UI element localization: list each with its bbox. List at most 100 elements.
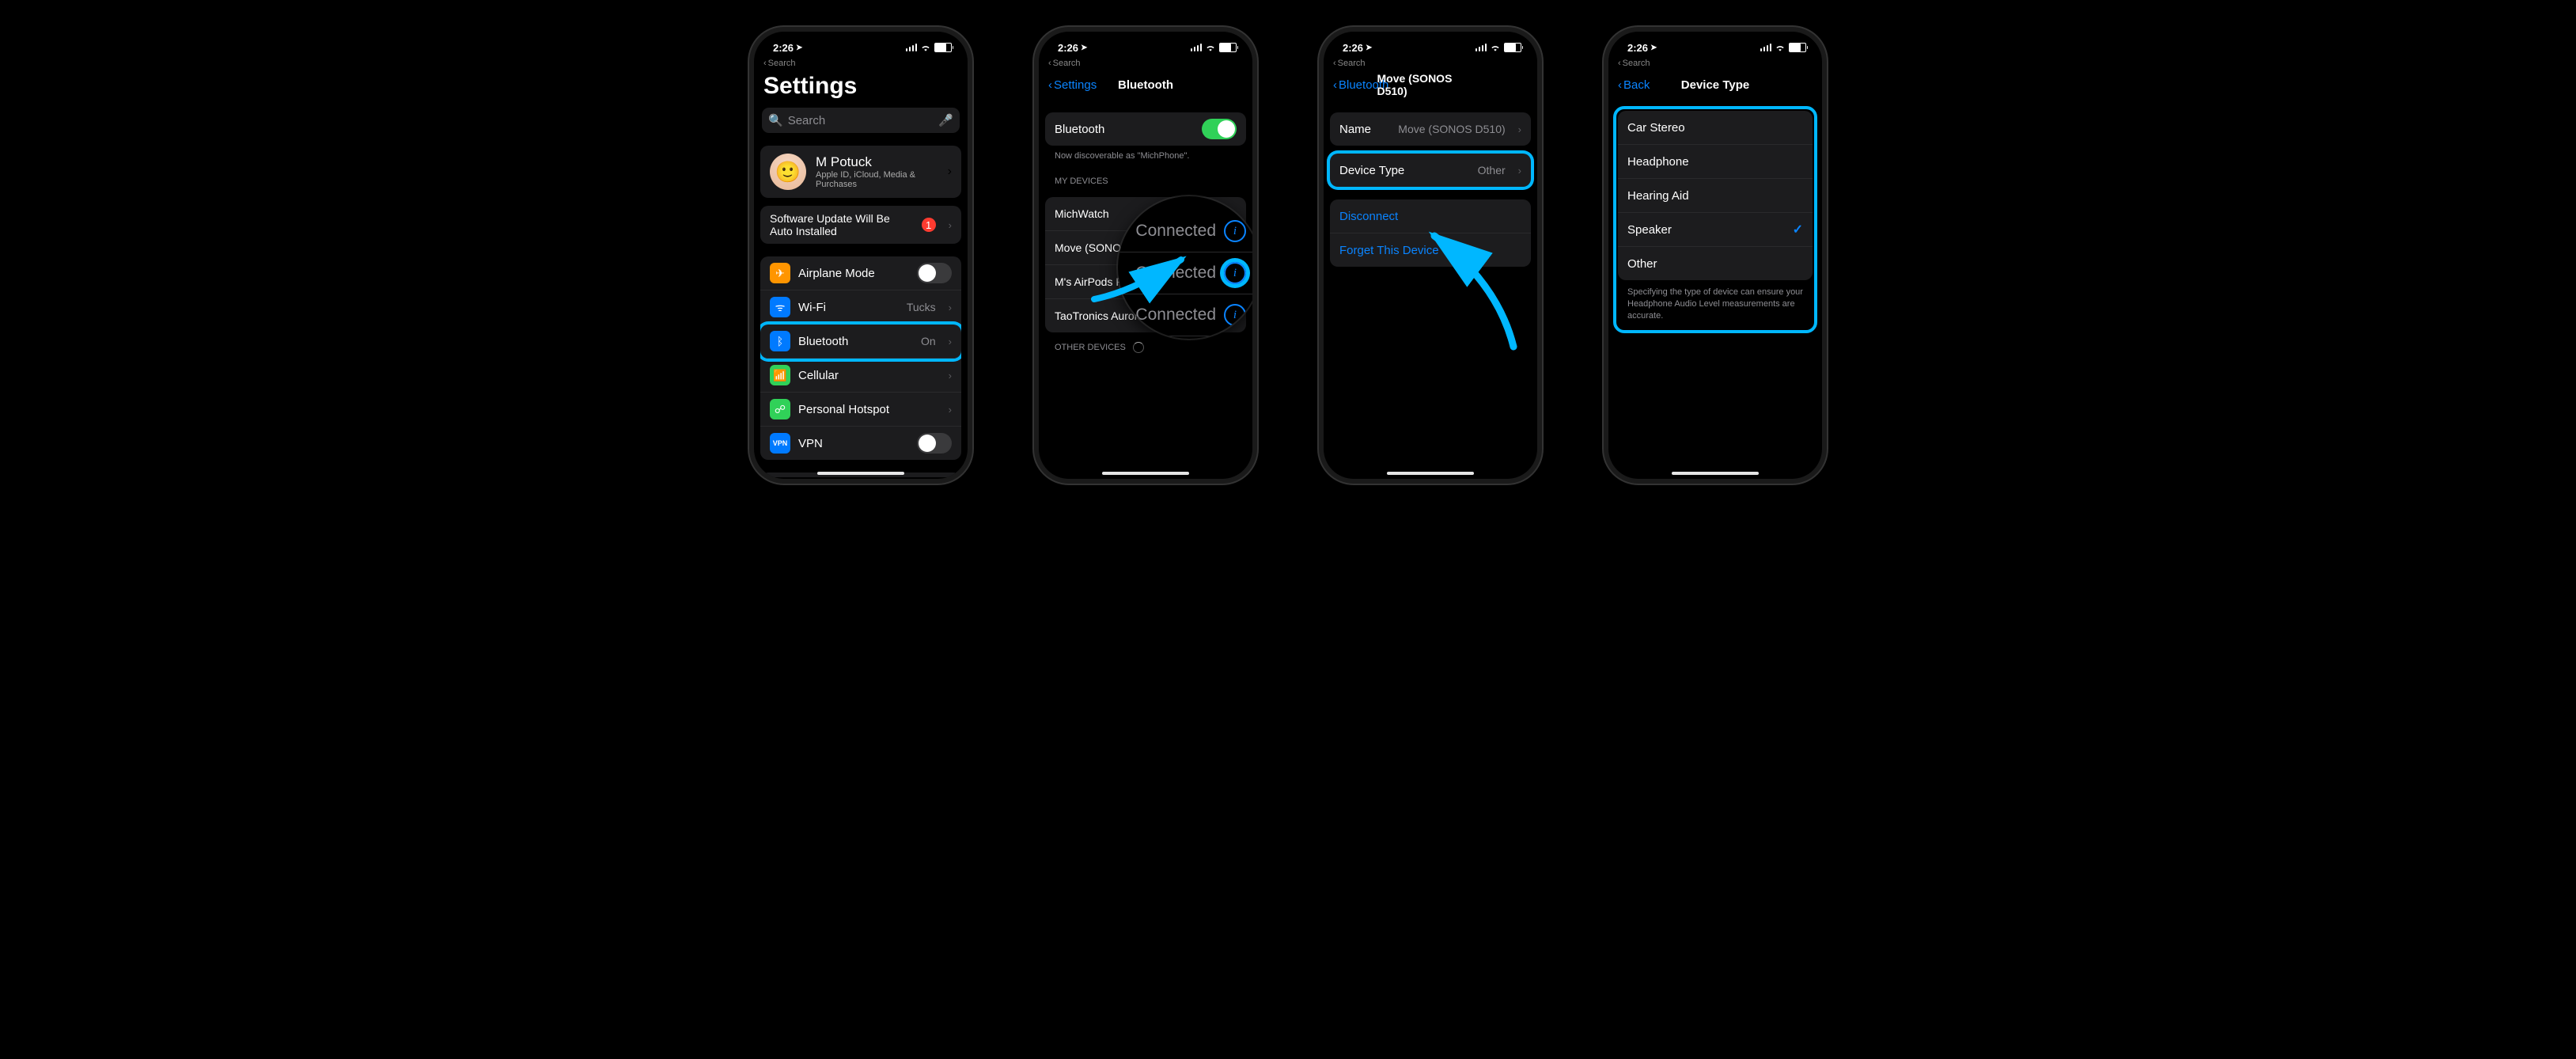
row-label: Cellular xyxy=(798,369,928,382)
info-icon[interactable]: i xyxy=(1224,220,1246,242)
phone-settings: 2:26 ➤ ‹ Search Settings 🔍 Search 🎤 🙂 M … xyxy=(754,32,968,479)
option-label: Headphone xyxy=(1627,155,1803,169)
other-devices-label: OTHER DEVICES xyxy=(1055,343,1126,352)
network-group: ✈Airplane ModeᯤWi-FiTucks›ᛒBluetoothOn›📶… xyxy=(760,256,961,460)
search-icon: 🔍 xyxy=(768,113,783,127)
vpn-icon: VPN xyxy=(770,433,790,454)
location-icon: ➤ xyxy=(1366,44,1372,52)
bluetooth-icon: ᛒ xyxy=(770,331,790,351)
status-time: 2:26 xyxy=(1627,42,1648,54)
profile-row[interactable]: 🙂 M Potuck Apple ID, iCloud, Media & Pur… xyxy=(760,146,961,198)
notch xyxy=(1379,32,1482,49)
nav-title: Bluetooth xyxy=(1118,78,1173,92)
chevron-left-icon: ‹ xyxy=(1618,78,1622,92)
chevron-left-icon: ‹ xyxy=(763,59,767,68)
home-indicator[interactable] xyxy=(1387,472,1474,475)
checkmark-icon: ✓ xyxy=(1793,222,1803,237)
chevron-left-icon: ‹ xyxy=(1333,78,1337,92)
type-option-other[interactable]: Other xyxy=(1618,247,1813,280)
type-footer: Specifying the type of device can ensure… xyxy=(1618,280,1813,328)
name-row[interactable]: Name Move (SONOS D510) › xyxy=(1330,112,1531,146)
option-label: Speaker xyxy=(1627,223,1785,237)
search-back-label: Search xyxy=(1338,59,1366,68)
row-label: VPN xyxy=(798,437,909,450)
chevron-right-icon: › xyxy=(1518,123,1521,135)
type-option-car-stereo[interactable]: Car Stereo xyxy=(1618,111,1813,145)
bluetooth-toggle-group: Bluetooth xyxy=(1045,112,1246,146)
settings-row-personal-hotspot[interactable]: ☍Personal Hotspot› xyxy=(760,393,961,427)
chevron-left-icon: ‹ xyxy=(1048,78,1052,92)
bluetooth-toggle[interactable] xyxy=(1202,119,1237,139)
type-option-speaker[interactable]: Speaker ✓ xyxy=(1618,213,1813,247)
status-time: 2:26 xyxy=(773,42,794,54)
page-title: Settings xyxy=(754,70,968,104)
status-time: 2:26 xyxy=(1343,42,1363,54)
nav-back[interactable]: ‹Back xyxy=(1618,78,1650,92)
option-label: Hearing Aid xyxy=(1627,189,1803,203)
nav-back[interactable]: ‹Settings xyxy=(1048,78,1097,92)
row-label: Bluetooth xyxy=(798,335,913,348)
hotspot-icon: ☍ xyxy=(770,399,790,419)
settings-row-bluetooth[interactable]: ᛒBluetoothOn› xyxy=(760,325,961,359)
toggle[interactable] xyxy=(917,263,952,283)
device-type-group: Device Type Other › xyxy=(1330,154,1531,187)
home-indicator[interactable] xyxy=(1672,472,1759,475)
nav-title: Move (SONOS D510) xyxy=(1377,72,1484,97)
phone-device-detail: 2:26➤ ‹ Search ‹Bluetooth Move (SONOS D5… xyxy=(1324,32,1537,479)
chevron-right-icon: › xyxy=(949,404,952,416)
battery-icon xyxy=(1219,43,1237,52)
location-icon: ➤ xyxy=(1081,44,1087,52)
device-type-options: Car Stereo Headphone Hearing Aid Speaker ✓ Ot… xyxy=(1618,111,1813,280)
annotation-arrow xyxy=(1086,252,1197,315)
home-indicator[interactable] xyxy=(1102,472,1189,475)
software-update-row[interactable]: Software Update Will Be Auto Installed 1… xyxy=(760,206,961,244)
search-input[interactable]: 🔍 Search 🎤 xyxy=(762,108,960,133)
wifi-icon xyxy=(1205,44,1216,51)
row-label: Airplane Mode xyxy=(798,267,909,280)
name-label: Name xyxy=(1339,123,1390,136)
nav-title: Device Type xyxy=(1681,78,1749,92)
option-label: Car Stereo xyxy=(1627,121,1803,135)
row-label: Wi-Fi xyxy=(798,301,899,314)
chevron-right-icon: › xyxy=(1518,165,1521,176)
update-group: Software Update Will Be Auto Installed 1… xyxy=(760,206,961,244)
phone-bluetooth-list: 2:26➤ ‹ Search ‹Settings Bluetooth Bluet… xyxy=(1039,32,1252,479)
airplane-icon: ✈ xyxy=(770,263,790,283)
info-icon-highlighted[interactable]: i xyxy=(1224,262,1246,284)
notch xyxy=(1664,32,1767,49)
device-type-row[interactable]: Device Type Other › xyxy=(1330,154,1531,187)
wifi-icon xyxy=(1775,44,1786,51)
search-back-link[interactable]: ‹ Search xyxy=(754,57,968,70)
home-indicator[interactable] xyxy=(817,472,904,475)
settings-row-cellular[interactable]: 📶 Cellular › xyxy=(760,359,961,393)
bluetooth-toggle-row[interactable]: Bluetooth xyxy=(1045,112,1246,146)
connected-label: Connected xyxy=(1135,222,1216,241)
mic-icon: 🎤 xyxy=(938,113,953,127)
nav-back-label: Settings xyxy=(1054,78,1097,92)
profile-subtitle: Apple ID, iCloud, Media & Purchases xyxy=(816,170,938,189)
search-back-link[interactable]: ‹ Search xyxy=(1039,57,1252,70)
chevron-right-icon: › xyxy=(949,370,952,381)
type-option-hearing-aid[interactable]: Hearing Aid xyxy=(1618,179,1813,213)
search-back-link[interactable]: ‹ Search xyxy=(1608,57,1822,70)
cellular-icon: 📶 xyxy=(770,365,790,385)
device-type-value: Other xyxy=(1478,164,1506,176)
row-value: On xyxy=(921,335,936,347)
settings-row-airplane-mode[interactable]: ✈ Airplane Mode xyxy=(760,256,961,290)
annotation-arrow xyxy=(1411,228,1529,355)
my-devices-header: MY DEVICES xyxy=(1039,167,1252,189)
settings-row-vpn[interactable]: VPN VPN xyxy=(760,427,961,460)
name-group: Name Move (SONOS D510) › xyxy=(1330,112,1531,146)
name-value: Move (SONOS D510) xyxy=(1398,123,1505,135)
toggle[interactable] xyxy=(917,433,952,454)
search-placeholder: Search xyxy=(788,114,934,127)
battery-icon xyxy=(1789,43,1806,52)
search-back-link[interactable]: ‹ Search xyxy=(1324,57,1537,70)
profile-group: 🙂 M Potuck Apple ID, iCloud, Media & Pur… xyxy=(760,146,961,198)
update-label: Software Update Will Be Auto Installed xyxy=(770,212,914,237)
wifi-icon xyxy=(1490,44,1501,51)
type-option-headphone[interactable]: Headphone xyxy=(1618,145,1813,179)
location-icon: ➤ xyxy=(796,44,802,52)
disconnect-label: Disconnect xyxy=(1339,210,1521,223)
settings-row-wi-fi[interactable]: ᯤWi-FiTucks› xyxy=(760,290,961,325)
